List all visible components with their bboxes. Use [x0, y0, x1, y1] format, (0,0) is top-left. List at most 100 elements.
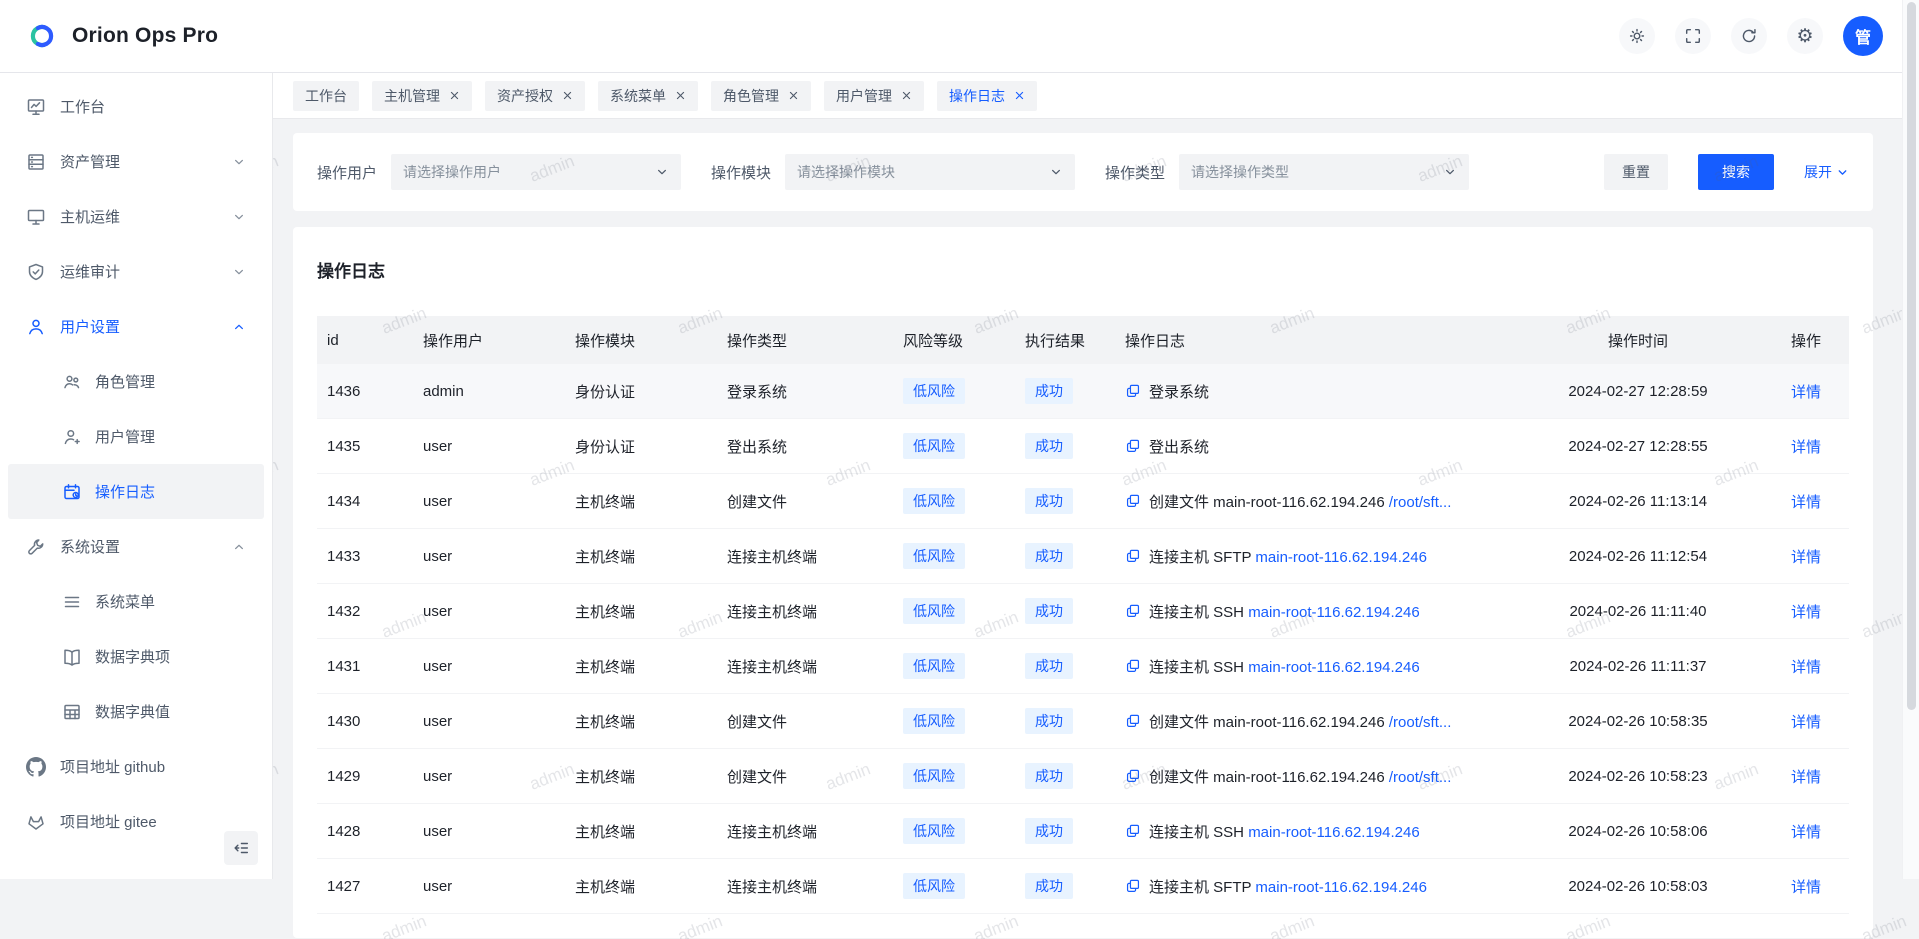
copy-icon[interactable] [1125, 383, 1141, 399]
filter-bar: 操作用户请选择操作用户操作模块请选择操作模块操作类型请选择操作类型 重置 搜索 … [293, 133, 1873, 211]
table-row: 1430user主机终端创建文件低风险成功创建文件 main-root-116.… [317, 694, 1849, 749]
tab-close-icon[interactable] [562, 90, 573, 101]
settings-button[interactable]: ⚙ [1787, 18, 1823, 54]
cell-action: 详情 [1743, 639, 1849, 694]
log-link[interactable]: main-root-116.62.194.246 [1248, 824, 1420, 841]
app-logo: Orion Ops Pro [0, 19, 218, 53]
log-link[interactable]: /root/sft... [1389, 769, 1452, 786]
theme-toggle-button[interactable] [1619, 18, 1655, 54]
cell-log: 连接主机 SFTP main-root-116.62.194.246 [1115, 529, 1533, 584]
tab-资产授权[interactable]: 资产授权 [485, 81, 585, 111]
cell-type: 创建文件 [717, 474, 893, 529]
cell-type: 创建文件 [717, 749, 893, 804]
sidebar-item-book[interactable]: 数据字典项 [8, 629, 264, 684]
sidebar-item-github[interactable]: 项目地址 github [8, 739, 264, 794]
cell-time: 2024-02-27 12:28:59 [1533, 364, 1743, 419]
page-scrollbar-thumb[interactable] [1907, 2, 1916, 710]
copy-icon[interactable] [1125, 548, 1141, 564]
tab-用户管理[interactable]: 用户管理 [824, 81, 924, 111]
filter-select-1[interactable]: 请选择操作用户 [391, 154, 681, 190]
cell-risk: 低风险 [893, 474, 1015, 529]
cell-id: 1436 [317, 364, 413, 419]
tab-角色管理[interactable]: 角色管理 [711, 81, 811, 111]
cell-id: 1428 [317, 804, 413, 859]
detail-link[interactable]: 详情 [1791, 494, 1821, 511]
detail-link[interactable]: 详情 [1791, 659, 1821, 676]
tab-label: 用户管理 [836, 86, 892, 106]
refresh-button[interactable] [1731, 18, 1767, 54]
sidebar-item-roles[interactable]: 角色管理 [8, 354, 264, 409]
filter-select-2[interactable]: 请选择操作模块 [785, 154, 1075, 190]
tab-close-icon[interactable] [449, 90, 460, 101]
filter-select-3[interactable]: 请选择操作类型 [1179, 154, 1469, 190]
cell-id: 1429 [317, 749, 413, 804]
copy-icon[interactable] [1125, 493, 1141, 509]
log-link[interactable]: main-root-116.62.194.246 [1255, 549, 1427, 566]
filter-actions: 重置 搜索 展开 [1604, 154, 1849, 190]
sidebar-item-audit[interactable]: 运维审计 [8, 244, 264, 299]
sidebar-item-host[interactable]: 主机运维 [8, 189, 264, 244]
copy-icon[interactable] [1125, 713, 1141, 729]
detail-link[interactable]: 详情 [1791, 714, 1821, 731]
sidebar-item-user-add[interactable]: 用户管理 [8, 409, 264, 464]
cell-type: 连接主机终端 [717, 584, 893, 639]
tab-工作台[interactable]: 工作台 [293, 81, 359, 111]
cell-user: user [413, 859, 565, 914]
column-header: 操作时间 [1533, 316, 1743, 364]
expand-toggle[interactable]: 展开 [1804, 162, 1849, 182]
tab-close-icon[interactable] [788, 90, 799, 101]
cell-module: 主机终端 [565, 584, 717, 639]
copy-icon[interactable] [1125, 603, 1141, 619]
avatar[interactable]: 管 [1843, 16, 1883, 56]
detail-link[interactable]: 详情 [1791, 604, 1821, 621]
log-link[interactable]: main-root-116.62.194.246 [1248, 604, 1420, 621]
cell-id: 1433 [317, 529, 413, 584]
log-link[interactable]: /root/sft... [1389, 714, 1452, 731]
sidebar-item-menu[interactable]: 系统菜单 [8, 574, 264, 629]
log-link[interactable]: main-root-116.62.194.246 [1248, 659, 1420, 676]
sidebar-item-user[interactable]: 用户设置 [8, 299, 264, 354]
detail-link[interactable]: 详情 [1791, 549, 1821, 566]
fullscreen-button[interactable] [1675, 18, 1711, 54]
copy-icon[interactable] [1125, 823, 1141, 839]
tab-系统菜单[interactable]: 系统菜单 [598, 81, 698, 111]
tab-主机管理[interactable]: 主机管理 [372, 81, 472, 111]
detail-link[interactable]: 详情 [1791, 384, 1821, 401]
sidebar-item-grid[interactable]: 数据字典值 [8, 684, 264, 739]
sidebar-collapse-button[interactable] [224, 831, 258, 865]
result-badge: 成功 [1025, 653, 1073, 679]
risk-badge: 低风险 [903, 763, 965, 789]
reset-button[interactable]: 重置 [1604, 154, 1668, 190]
table-row: 1433user主机终端连接主机终端低风险成功连接主机 SFTP main-ro… [317, 529, 1849, 584]
sidebar-item-assets[interactable]: 资产管理 [8, 134, 264, 189]
detail-link[interactable]: 详情 [1791, 879, 1821, 896]
detail-link[interactable]: 详情 [1791, 824, 1821, 841]
log-link[interactable]: /root/sft... [1389, 494, 1452, 511]
cell-result: 成功 [1015, 859, 1115, 914]
cell-risk: 低风险 [893, 419, 1015, 474]
log-text: 连接主机 SFTP [1149, 549, 1255, 566]
risk-badge: 低风险 [903, 488, 965, 514]
copy-icon[interactable] [1125, 658, 1141, 674]
log-link[interactable]: main-root-116.62.194.246 [1255, 879, 1427, 896]
search-button[interactable]: 搜索 [1698, 154, 1774, 190]
log-text: 连接主机 SSH [1149, 659, 1248, 676]
cell-action: 详情 [1743, 584, 1849, 639]
detail-link[interactable]: 详情 [1791, 769, 1821, 786]
sidebar-item-log[interactable]: 操作日志 [8, 464, 264, 519]
tab-操作日志[interactable]: 操作日志 [937, 81, 1037, 111]
sidebar-item-dashboard[interactable]: 工作台 [8, 79, 264, 134]
detail-link[interactable]: 详情 [1791, 439, 1821, 456]
select-placeholder: 请选择操作类型 [1191, 162, 1289, 182]
tab-close-icon[interactable] [1014, 90, 1025, 101]
copy-icon[interactable] [1125, 768, 1141, 784]
copy-icon[interactable] [1125, 878, 1141, 894]
github-icon [26, 757, 46, 777]
sidebar-item-label: 项目地址 gitee [60, 811, 157, 832]
copy-icon[interactable] [1125, 438, 1141, 454]
tab-close-icon[interactable] [901, 90, 912, 101]
main-area: 工作台主机管理资产授权系统菜单角色管理 用户管理 操作日志 操作用户请选择操作用户操… [273, 73, 1919, 879]
sidebar-item-wrench[interactable]: 系统设置 [8, 519, 264, 574]
result-badge: 成功 [1025, 598, 1073, 624]
tab-close-icon[interactable] [675, 90, 686, 101]
